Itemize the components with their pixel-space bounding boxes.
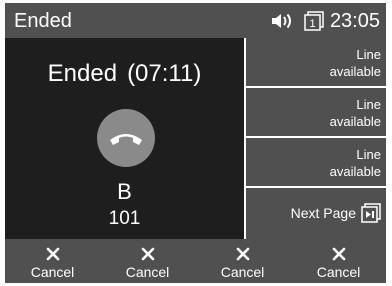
line-key-status: available	[329, 164, 381, 179]
line-indicator-icon: 1	[304, 11, 324, 31]
softkey-cancel-2[interactable]: Cancel	[100, 239, 195, 283]
softkey-cancel-3[interactable]: Cancel	[195, 239, 290, 283]
softkey-label: Cancel	[125, 264, 170, 280]
line-key-3[interactable]: Line available	[246, 138, 386, 186]
close-icon	[141, 247, 154, 261]
line-key-label: Line	[356, 47, 381, 62]
line-key-label: Line	[356, 97, 381, 112]
next-page-icon	[361, 203, 381, 223]
handset-down-icon	[110, 134, 142, 145]
close-icon	[46, 247, 59, 261]
status-icons: 1 23:05	[271, 9, 380, 33]
phone-screen: Ended 1 23:05 Ended (07:11) B 101 Line a…	[5, 3, 386, 283]
call-panel: Ended (07:11) B 101	[5, 38, 244, 239]
softkey-cancel-1[interactable]: Cancel	[5, 239, 100, 283]
status-bar: Ended 1 23:05	[5, 3, 386, 38]
close-icon	[236, 247, 249, 261]
clock: 23:05	[329, 10, 380, 32]
status-title: Ended	[14, 10, 72, 32]
softkey-label: Cancel	[316, 264, 361, 280]
speaker-volume-icon	[271, 13, 291, 29]
close-icon	[332, 247, 345, 261]
contact-name: B	[117, 179, 132, 204]
call-state-label: Ended	[47, 60, 118, 87]
line-key-status: available	[329, 64, 381, 79]
line-key-1[interactable]: Line available	[246, 38, 386, 86]
softkey-cancel-4[interactable]: Cancel	[291, 239, 386, 283]
line-key-label: Line	[356, 147, 381, 162]
softkey-label: Cancel	[220, 264, 265, 280]
call-status: Ended (07:11)	[5, 59, 244, 89]
line-indicator-number: 1	[309, 18, 315, 30]
next-page-key[interactable]: Next Page	[246, 188, 386, 239]
line-key-2[interactable]: Line available	[246, 88, 386, 136]
softkey-bar: Cancel Cancel Cancel Cancel	[5, 239, 386, 283]
line-keys-panel: Line available Line available Line avail…	[244, 38, 386, 239]
softkey-label: Cancel	[30, 264, 75, 280]
next-page-label: Next Page	[290, 204, 356, 221]
hangup-button[interactable]	[97, 109, 155, 167]
call-duration: (07:11)	[127, 60, 202, 87]
contact-number: 101	[108, 208, 141, 229]
line-key-status: available	[329, 114, 381, 129]
